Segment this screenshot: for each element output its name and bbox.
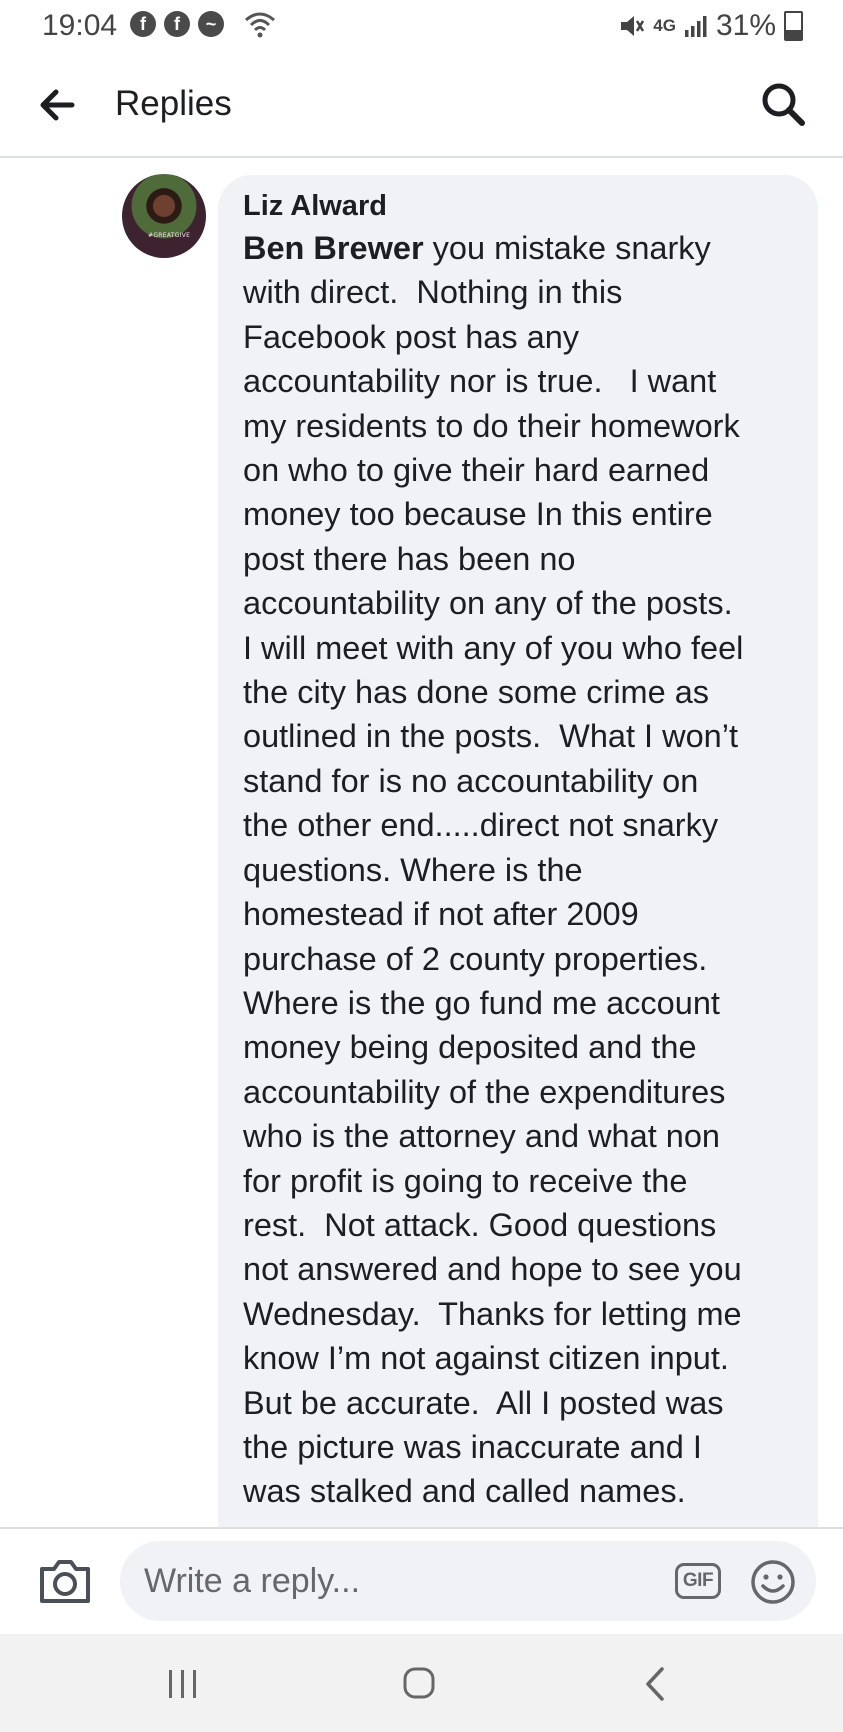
comment-line: purchase of 2 county properties.: [243, 940, 708, 977]
gif-button[interactable]: GIF: [675, 1563, 721, 1599]
search-icon[interactable]: [759, 80, 807, 128]
comment-line: Facebook post has any: [243, 318, 580, 355]
comment-line: know I’m not against citizen input.: [243, 1340, 729, 1377]
comment-line-first: Ben Brewer you mistake snarky: [243, 226, 811, 270]
comment-line: on who to give their hard earned: [243, 452, 710, 489]
battery-percent: 31%: [715, 9, 776, 42]
comment-line: accountability on any of the posts.: [243, 585, 733, 622]
camera-icon[interactable]: [38, 1557, 92, 1605]
network-type: 4G: [653, 16, 676, 35]
reply-composer: GIF: [0, 1527, 843, 1636]
status-right: 4G 31%: [619, 9, 803, 43]
comment-line: you mistake snarky: [423, 230, 711, 266]
comment-line: for profit is going to receive the: [243, 1162, 688, 1199]
arrow-left-icon[interactable]: [36, 82, 82, 128]
recents-icon[interactable]: [166, 1668, 200, 1700]
comment-text: Ben Brewer you mistake snarky with direc…: [243, 226, 811, 1514]
mention-link[interactable]: Ben Brewer: [243, 230, 424, 266]
android-nav-bar: [0, 1634, 843, 1732]
mute-icon: [621, 16, 645, 36]
messenger-icon: ~: [198, 11, 224, 37]
avatar-badge: #GREATGIVE: [148, 232, 191, 239]
chevron-left-icon[interactable]: [642, 1666, 668, 1702]
comment-line: outlined in the posts. What I won’t: [243, 718, 738, 755]
comment-line: the other end.....direct not snarky: [243, 807, 719, 844]
status-time: 19:04: [42, 9, 118, 42]
comment-line: accountability nor is true. I want: [243, 363, 717, 400]
signal-icon: [684, 16, 707, 37]
status-bar: 19:04 f f ~ 4G 31%: [0, 0, 843, 52]
battery-icon: [784, 11, 803, 41]
comment-line: not answered and hope to see you: [243, 1251, 742, 1288]
comment-line: Where is the go fund me account: [243, 984, 720, 1021]
comment-line: money too because In this entire: [243, 496, 713, 533]
comment-line: money being deposited and the: [243, 1029, 697, 1066]
comment-line: who is the attorney and what non: [243, 1118, 720, 1155]
notification-icons: f f ~: [130, 11, 224, 37]
comment-line: rest. Not attack. Good questions: [243, 1206, 717, 1243]
comment-author[interactable]: Liz Alward: [243, 190, 387, 223]
comment-line: post there has been no: [243, 540, 576, 577]
facebook-icon: f: [130, 11, 156, 37]
comment-line: my residents to do their homework: [243, 407, 740, 444]
comment-line: the picture was inaccurate and I: [243, 1428, 702, 1465]
comment-line: was stalked and called names.: [243, 1473, 686, 1510]
comment-line: accountability of the expenditures: [243, 1073, 726, 1110]
comment-line: Wednesday. Thanks for letting me: [243, 1295, 742, 1332]
comment-line: I will meet with any of you who feel: [243, 629, 744, 666]
smiley-icon[interactable]: [750, 1559, 796, 1605]
page-title: Replies: [115, 84, 232, 123]
facebook-icon: f: [164, 11, 190, 37]
comment-line: the city has done some crime as: [243, 674, 710, 711]
comment-line: homestead if not after 2009: [243, 896, 639, 933]
comment-line: with direct. Nothing in this: [243, 274, 623, 311]
comment-line: But be accurate. All I posted was: [243, 1384, 724, 1421]
comment-line: questions. Where is the: [243, 851, 583, 888]
wifi-icon: [245, 12, 275, 38]
comment-line: stand for is no accountability on: [243, 762, 699, 799]
home-icon[interactable]: [402, 1666, 436, 1700]
header-bar: Replies: [0, 52, 843, 158]
